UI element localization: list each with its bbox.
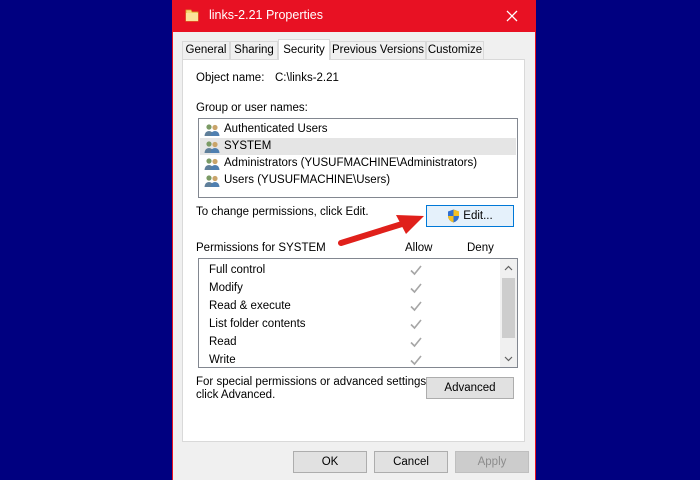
user-item-system[interactable]: SYSTEM [200,138,516,155]
user-item-label: Authenticated Users [224,123,328,135]
check-icon [410,355,422,366]
users-icon [204,140,220,153]
check-icon [410,301,422,312]
user-item-users[interactable]: Users (YUSUFMACHINE\Users) [200,172,516,189]
uac-shield-icon [448,209,460,223]
group-label: Group or user names: [196,102,308,114]
check-icon [410,265,422,276]
user-list[interactable]: Authenticated Users SYSTEM Administrator… [198,118,518,198]
permission-name: List folder contents [209,318,306,330]
special-permissions-text: For special permissions or advanced sett… [196,376,430,388]
permissions-header: Permissions for SYSTEM [196,242,326,254]
users-icon [204,123,220,136]
user-item-administrators[interactable]: Administrators (YUSUFMACHINE\Administrat… [200,155,516,172]
edit-button[interactable]: Edit... [426,205,514,227]
permission-row-write: Write [209,351,499,367]
users-icon [204,174,220,187]
edit-button-label: Edit... [463,210,493,222]
tab-general[interactable]: General [182,41,230,59]
deny-column-header: Deny [467,242,494,254]
users-icon [204,157,220,170]
chevron-up-icon [504,265,513,270]
check-icon [410,319,422,330]
special-permissions-text-line2: click Advanced. [196,389,276,401]
window-title: links-2.21 Properties [209,8,323,22]
permission-row-read-execute: Read & execute [209,297,499,315]
annotation-arrow [338,215,424,246]
permission-name: Read & execute [209,300,291,312]
tab-security[interactable]: Security [278,39,330,60]
check-icon [410,283,422,294]
permission-name: Write [209,354,236,366]
advanced-button[interactable]: Advanced [426,377,514,399]
apply-button[interactable]: Apply [455,451,529,473]
permission-row-modify: Modify [209,279,499,297]
check-icon [410,337,422,348]
tab-sharing[interactable]: Sharing [230,41,278,59]
permission-row-read: Read [209,333,499,351]
scroll-up-button[interactable] [500,259,517,276]
close-button[interactable] [489,0,535,32]
tab-previous-versions[interactable]: Previous Versions [330,41,426,59]
scroll-thumb[interactable] [502,278,515,338]
tab-customize[interactable]: Customize [426,41,484,59]
user-item-authenticated-users[interactable]: Authenticated Users [200,121,516,138]
user-item-label: Administrators (YUSUFMACHINE\Administrat… [224,157,478,169]
user-item-label: Users (YUSUFMACHINE\Users) [224,174,391,186]
permission-name: Full control [209,264,266,276]
close-icon [506,10,518,22]
ok-button[interactable]: OK [293,451,367,473]
permission-row-list-folder-contents: List folder contents [209,315,499,333]
permission-name: Modify [209,282,243,294]
user-item-label: SYSTEM [224,140,272,152]
folder-icon [185,9,199,22]
security-panel: Object name: C:\links-2.21 Group or user… [182,59,525,442]
cancel-button[interactable]: Cancel [374,451,448,473]
object-name-label: Object name: [196,72,265,84]
title-bar[interactable]: links-2.21 Properties [173,0,535,32]
permission-name: Read [209,336,237,348]
permission-row-full-control: Full control [209,261,499,279]
permissions-list[interactable]: Full control Modify Read & execute List … [198,258,518,368]
object-name-value: C:\links-2.21 [275,72,339,84]
scroll-down-button[interactable] [500,350,517,367]
chevron-down-icon [504,356,513,361]
permissions-scrollbar[interactable] [500,259,517,367]
